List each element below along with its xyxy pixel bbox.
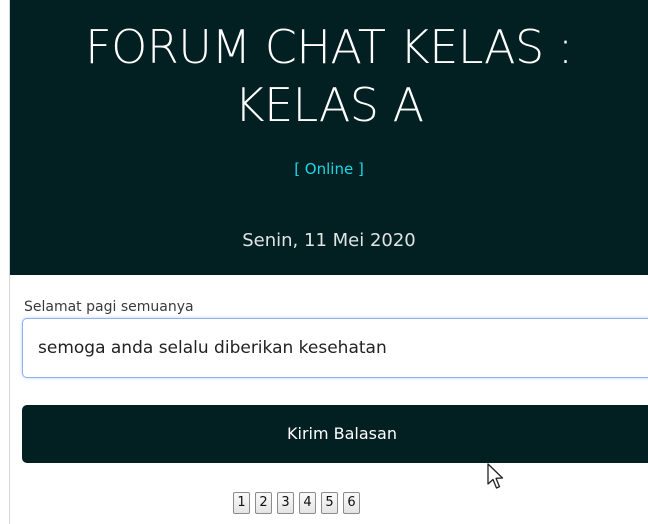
forum-header: FORUM CHAT KELAS : KELAS A [ Online ] Se… [10, 0, 648, 275]
date-label: Senin, 11 Mei 2020 [242, 230, 416, 251]
online-status: [ Online ] [294, 160, 364, 178]
page-button-2[interactable]: 2 [255, 492, 272, 514]
page-button-5[interactable]: 5 [321, 492, 338, 514]
left-edge [0, 0, 10, 524]
page-button-1[interactable]: 1 [233, 492, 250, 514]
page: FORUM CHAT KELAS : KELAS A [ Online ] Se… [0, 0, 648, 524]
reply-input[interactable] [22, 318, 648, 378]
page-button-4[interactable]: 4 [299, 492, 316, 514]
send-reply-button[interactable]: Kirim Balasan [22, 405, 648, 463]
page-button-3[interactable]: 3 [277, 492, 294, 514]
title-line-2: KELAS A [234, 78, 424, 132]
mouse-pointer-icon [487, 463, 504, 489]
page-button-6[interactable]: 6 [343, 492, 360, 514]
pagination: 1 2 3 4 5 6 [233, 492, 360, 516]
page-title: FORUM CHAT KELAS : KELAS A [10, 18, 648, 134]
previous-message: Selamat pagi semuanya [24, 299, 194, 315]
title-line-1: FORUM CHAT KELAS : [85, 20, 573, 74]
